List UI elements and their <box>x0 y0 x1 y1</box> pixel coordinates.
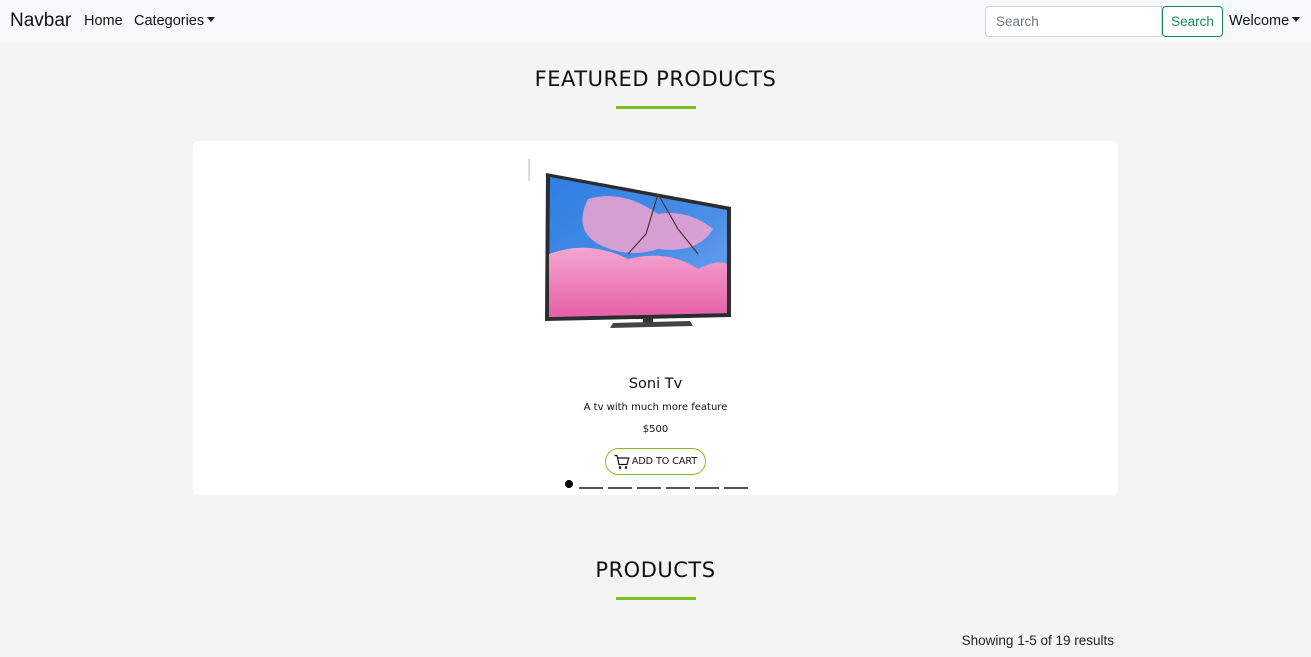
carousel-indicator[interactable] <box>695 487 719 489</box>
product-description: A tv with much more feature <box>583 402 728 413</box>
carousel-indicator[interactable] <box>637 487 661 489</box>
navbar-brand[interactable]: Navbar <box>10 10 71 32</box>
results-count: Showing 1-5 of 19 results <box>961 633 1114 648</box>
add-to-cart-button[interactable]: ADD TO CART <box>605 448 706 475</box>
product-price: $500 <box>642 424 669 435</box>
caret-down-icon <box>1292 17 1301 22</box>
caret-down-icon <box>207 17 216 22</box>
cart-icon <box>614 454 630 469</box>
add-to-cart-label: ADD TO CART <box>631 456 698 467</box>
carousel-indicator[interactable] <box>666 487 690 489</box>
featured-carousel: Soni Tv A tv with much more feature $500… <box>193 141 1118 495</box>
product-name: Soni Tv <box>628 376 683 392</box>
search-input[interactable] <box>985 6 1162 37</box>
carousel-indicator[interactable] <box>724 487 748 489</box>
tv-product-image[interactable] <box>528 159 743 334</box>
nav-categories-dropdown[interactable]: Categories <box>134 13 216 29</box>
nav-home-link[interactable]: Home <box>84 13 123 29</box>
search-button[interactable]: Search <box>1162 6 1223 37</box>
nav-welcome-dropdown[interactable]: Welcome <box>1229 13 1301 29</box>
carousel-indicator[interactable] <box>608 487 632 489</box>
featured-products-title: FEATURED PRODUCTS <box>534 67 777 91</box>
carousel-indicators <box>565 480 748 493</box>
carousel-indicator-active[interactable] <box>565 480 573 488</box>
carousel-indicator[interactable] <box>579 487 603 489</box>
products-title: PRODUCTS <box>595 558 716 582</box>
nav-categories-label: Categories <box>134 13 205 29</box>
featured-title-underline <box>616 106 696 109</box>
navbar: Navbar Home Categories Search Welcome <box>0 0 1311 43</box>
products-title-underline <box>616 597 696 600</box>
nav-welcome-label: Welcome <box>1229 13 1290 29</box>
